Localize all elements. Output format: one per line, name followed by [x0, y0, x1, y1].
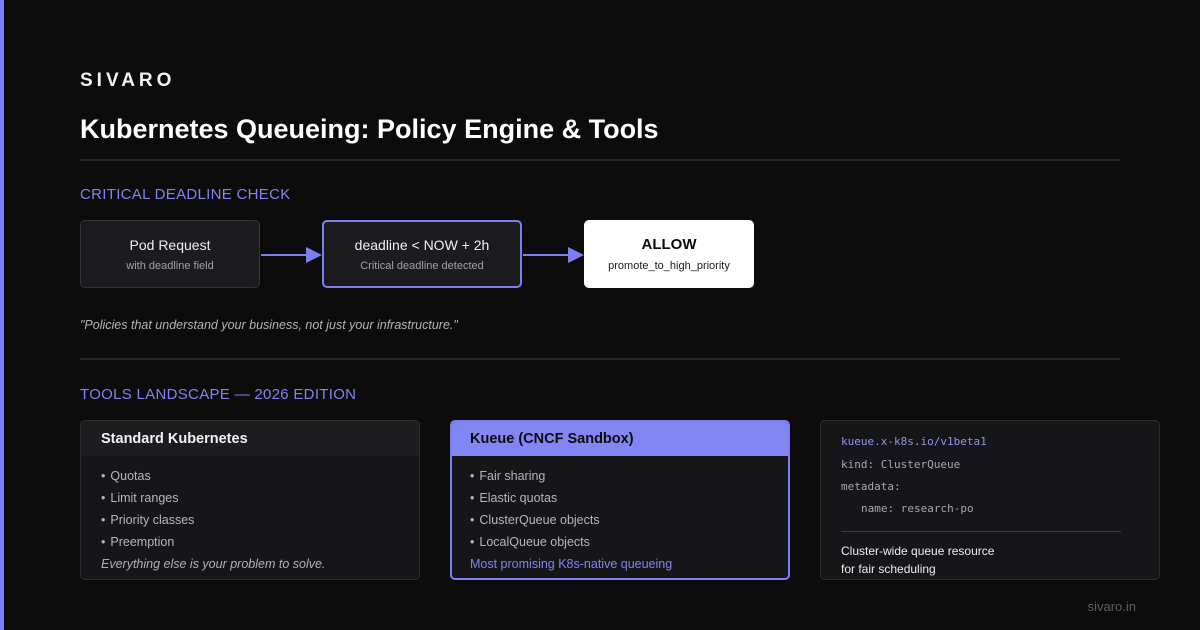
kueue-card-title: Kueue (CNCF Sandbox) [452, 422, 788, 456]
footer-url: sivaro.in [1087, 599, 1136, 614]
deadline-check-subtitle: Critical deadline detected [360, 259, 484, 272]
deadline-check-box: deadline < NOW + 2h Critical deadline de… [322, 220, 522, 288]
code-metadata: metadata: [841, 480, 901, 493]
standard-kubernetes-card: Standard Kubernetes • Quotas • Limit range… [80, 420, 420, 580]
code-divider [841, 531, 1121, 532]
section-divider [80, 358, 1120, 360]
list-item: • LocalQueue objects [470, 535, 590, 549]
code-name: name: research-po [861, 502, 974, 515]
allow-box: ALLOW promote_to_high_priority [584, 220, 754, 288]
standard-card-footer: Everything else is your problem to solve… [101, 557, 326, 571]
code-api-version: kueue.x-k8s.io/v1beta1 [841, 435, 987, 448]
list-item: • Fair sharing [470, 469, 546, 483]
kueue-card-footer: Most promising K8s-native queueing [470, 557, 673, 571]
code-kind: kind: ClusterQueue [841, 458, 961, 471]
list-item: • ClusterQueue objects [470, 513, 600, 527]
kueue-feature-list: • Fair sharing • Elastic quotas • ClusterQu… [452, 456, 788, 553]
code-description-line: Cluster-wide queue resource [841, 544, 995, 558]
code-description: Cluster-wide queue resource for fair sch… [841, 542, 994, 578]
list-item: • Priority classes [101, 513, 195, 527]
allow-subtitle: promote_to_high_priority [608, 260, 730, 272]
clusterqueue-code-card: kueue.x-k8s.io/v1beta1 kind: ClusterQueu… [820, 420, 1160, 580]
list-item: • Preemption [101, 535, 175, 549]
tools-section-label: TOOLS LANDSCAPE — 2026 EDITION [80, 386, 357, 403]
standard-feature-list: • Quotas • Limit ranges • Priority classes … [81, 456, 419, 553]
list-item: • Elastic quotas [470, 491, 558, 505]
list-item: • Limit ranges [101, 491, 179, 505]
list-item: • Quotas [101, 469, 151, 483]
kueue-card: Kueue (CNCF Sandbox) • Fair sharing • Elas… [450, 420, 790, 580]
code-description-line: for fair scheduling [841, 562, 936, 576]
policy-quote: "Policies that understand your business,… [80, 318, 458, 332]
deadline-check-title: deadline < NOW + 2h [354, 236, 490, 253]
standard-card-title: Standard Kubernetes [81, 421, 419, 456]
allow-title: ALLOW [641, 236, 697, 253]
